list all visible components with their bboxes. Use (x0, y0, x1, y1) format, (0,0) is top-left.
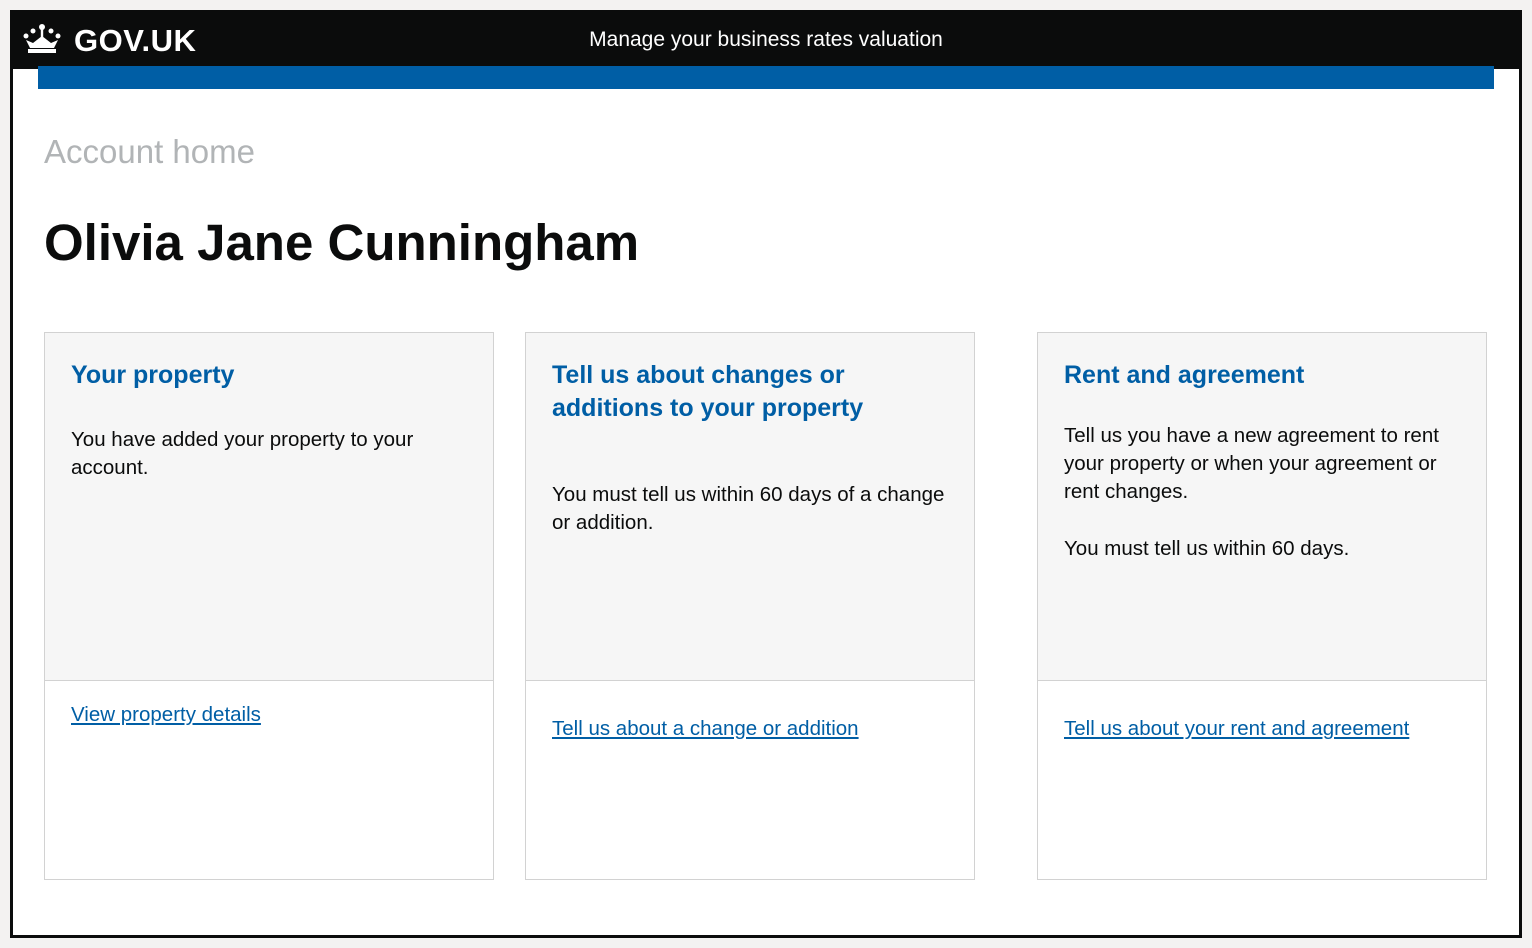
header-blue-bar (38, 66, 1494, 89)
card-body: Your property You have added your proper… (45, 333, 493, 681)
card-description: You must tell us within 60 days of a cha… (552, 483, 945, 534)
browser-frame: GOV.UK Manage your business rates valuat… (10, 10, 1522, 938)
card-rent-agreement: Rent and agreement Tell us you have a ne… (1037, 332, 1487, 880)
card-body: Tell us about changes or additions to yo… (526, 333, 974, 681)
card-description: Tell us you have a new agreement to rent… (1064, 424, 1439, 503)
card-changes-additions: Tell us about changes or additions to yo… (525, 332, 975, 880)
card-heading: Your property (71, 361, 235, 389)
tell-us-rent-link[interactable]: Tell us about your rent and agreement (1064, 717, 1409, 741)
view-property-details-link[interactable]: View property details (71, 703, 261, 727)
tell-us-change-link[interactable]: Tell us about a change or addition (552, 717, 859, 741)
govuk-header: GOV.UK Manage your business rates valuat… (13, 13, 1519, 69)
card-heading: Rent and agreement (1064, 361, 1305, 389)
card-deadline-note: You must tell us within 60 days. (1064, 537, 1350, 560)
page-caption: Account home (44, 133, 255, 170)
card-description: You have added your property to your acc… (71, 428, 414, 479)
card-your-property: Your property You have added your proper… (44, 332, 494, 880)
service-name[interactable]: Manage your business rates valuation (13, 28, 1519, 52)
card-body: Rent and agreement Tell us you have a ne… (1038, 333, 1486, 681)
card-heading: Tell us about changes or additions to yo… (552, 361, 864, 422)
page-title: Olivia Jane Cunningham (44, 214, 640, 271)
